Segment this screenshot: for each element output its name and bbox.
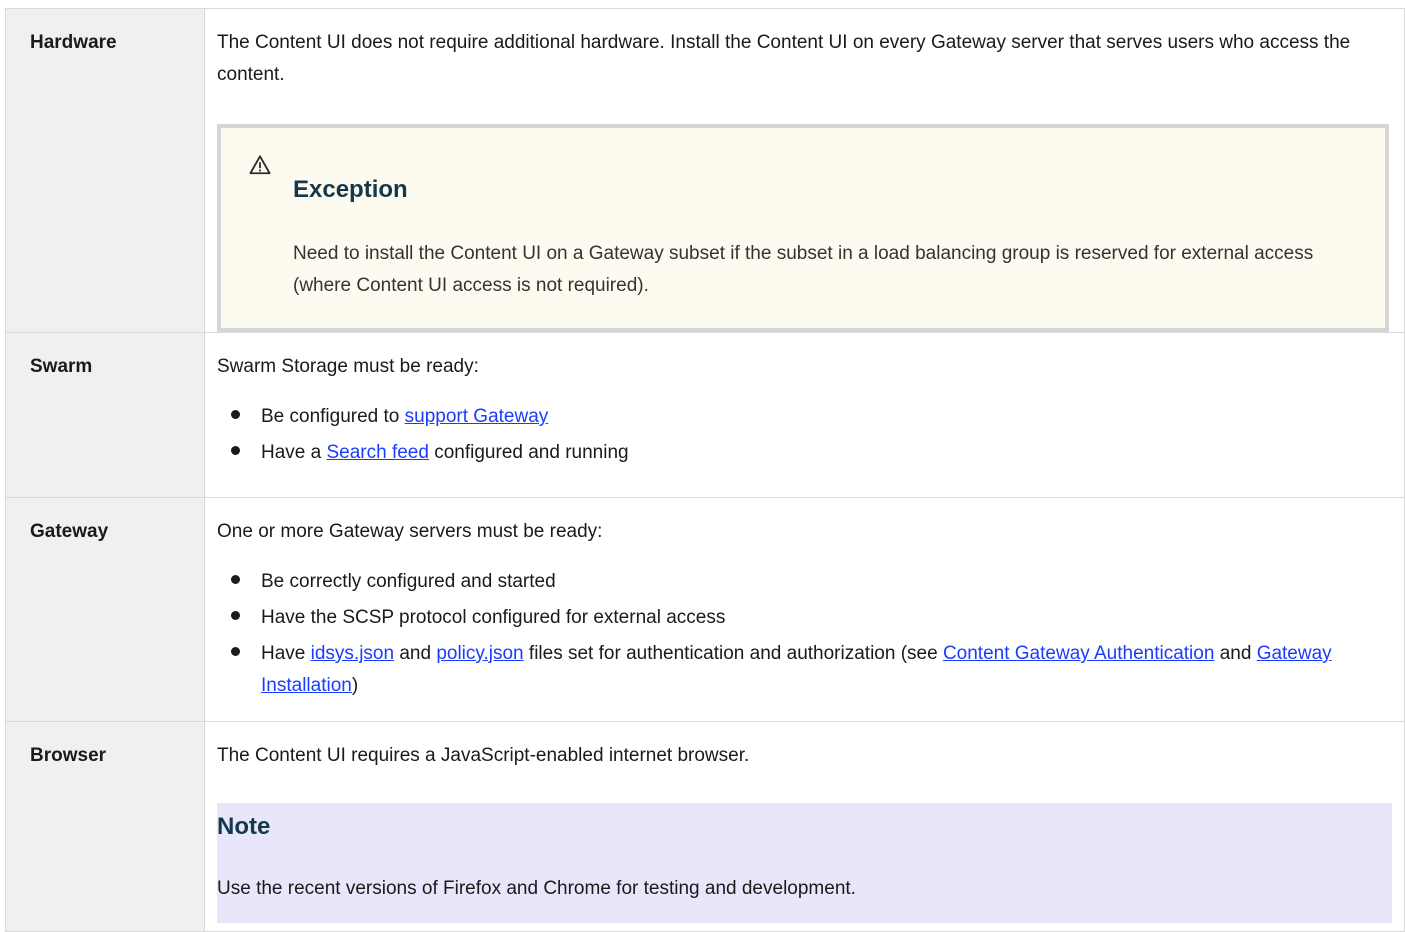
- bullet-icon: [231, 446, 240, 455]
- swarm-intro: Swarm Storage must be ready:: [217, 356, 479, 377]
- callout-body: Need to install the Content UI on a Gate…: [293, 243, 1314, 296]
- list-item: Be configured to support Gateway: [231, 401, 1392, 433]
- requirements-table: Hardware The Content UI does not require…: [5, 8, 1405, 932]
- list-item: Have a Search feed configured and runnin…: [231, 437, 1392, 469]
- content-gateway-authentication-link[interactable]: Content Gateway Authentication: [943, 643, 1214, 664]
- warning-icon: [249, 155, 271, 175]
- bullet-icon: [231, 410, 240, 419]
- list-item: Have the SCSP protocol configured for ex…: [231, 602, 1392, 634]
- table-row: Swarm Swarm Storage must be ready: Be co…: [5, 332, 1405, 498]
- row-label-browser: Browser: [5, 721, 205, 932]
- gateway-intro: One or more Gateway servers must be read…: [217, 521, 603, 542]
- browser-description: The Content UI requires a JavaScript-ena…: [217, 745, 750, 766]
- table-row: Browser The Content UI requires a JavaSc…: [5, 721, 1405, 932]
- idsys-json-link[interactable]: idsys.json: [311, 643, 394, 664]
- bullet-icon: [231, 575, 240, 584]
- support-gateway-link[interactable]: support Gateway: [405, 406, 549, 427]
- table-row: Gateway One or more Gateway servers must…: [5, 497, 1405, 722]
- list-item: Be correctly configured and started: [231, 566, 1392, 598]
- exception-callout: Exception Need to install the Content UI…: [217, 124, 1389, 332]
- search-feed-link[interactable]: Search feed: [326, 442, 428, 463]
- note-callout: Note Use the recent versions of Firefox …: [217, 803, 1392, 923]
- bullet-icon: [231, 647, 240, 656]
- row-content-swarm: Swarm Storage must be ready: Be configur…: [204, 332, 1405, 498]
- row-label-swarm: Swarm: [5, 332, 205, 498]
- hardware-description: The Content UI does not require addition…: [217, 32, 1351, 85]
- row-label-gateway: Gateway: [5, 497, 205, 722]
- bullet-icon: [231, 611, 240, 620]
- policy-json-link[interactable]: policy.json: [436, 643, 523, 664]
- list-item: Have idsys.json and policy.json files se…: [231, 638, 1392, 702]
- row-label-hardware: Hardware: [5, 8, 205, 333]
- table-row: Hardware The Content UI does not require…: [5, 8, 1405, 333]
- row-content-hardware: The Content UI does not require addition…: [204, 8, 1405, 333]
- swarm-requirements-list: Be configured to support Gateway Have a …: [217, 401, 1392, 469]
- row-content-gateway: One or more Gateway servers must be read…: [204, 497, 1405, 722]
- note-title: Note: [217, 813, 271, 840]
- callout-title: Exception: [293, 176, 408, 203]
- note-body: Use the recent versions of Firefox and C…: [217, 878, 856, 899]
- row-content-browser: The Content UI requires a JavaScript-ena…: [204, 721, 1405, 932]
- gateway-requirements-list: Be correctly configured and started Have…: [217, 566, 1392, 702]
